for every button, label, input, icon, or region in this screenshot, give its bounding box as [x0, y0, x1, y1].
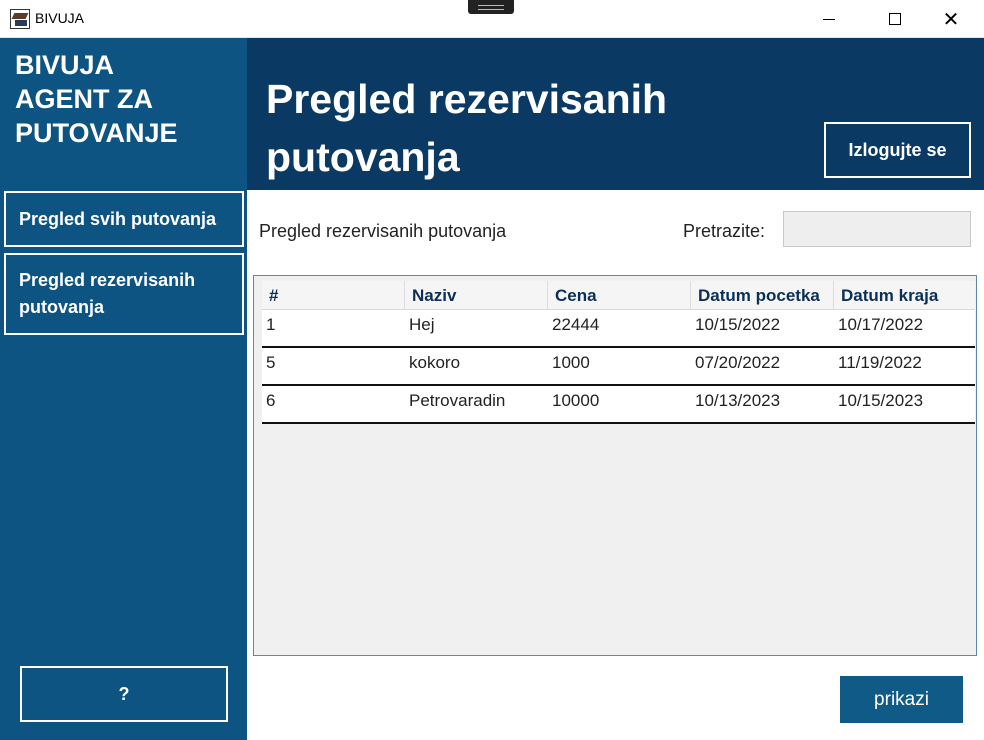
window-title: BIVUJA: [35, 10, 85, 26]
logout-button[interactable]: Izlogujte se: [824, 122, 971, 178]
cell-end-date: 10/17/2022: [838, 315, 924, 334]
close-button[interactable]: ✕: [928, 0, 974, 38]
page-title: Pregled rezervisanih putovanja: [266, 76, 668, 180]
column-header-price[interactable]: Cena: [547, 281, 690, 310]
cell-end-date: 11/19/2022: [838, 353, 922, 372]
show-label: prikazi: [874, 688, 929, 710]
column-header-number[interactable]: #: [262, 281, 404, 310]
minimize-button[interactable]: [806, 0, 852, 38]
cell-start-date: 10/13/2023: [695, 391, 781, 410]
snap-grip-handle[interactable]: [468, 0, 514, 14]
reservations-table: # Naziv Cena Datum pocetka Datum kraja 1…: [253, 275, 977, 656]
maximize-icon: [889, 13, 901, 25]
table-row[interactable]: 1 Hej 22444 10/15/2022 10/17/2022: [262, 310, 975, 348]
search-label: Pretrazite:: [683, 221, 766, 241]
cell-name: Hej: [409, 315, 435, 334]
cell-start-date: 10/15/2022: [695, 315, 781, 334]
window-titlebar: BIVUJA ✕: [0, 0, 984, 38]
show-button[interactable]: prikazi: [840, 676, 963, 723]
cell-price: 1000: [552, 353, 590, 372]
cell-number: 5: [266, 353, 276, 372]
sidebar-item-label: Pregled rezervisanih putovanja: [19, 270, 196, 317]
help-label: ?: [118, 683, 130, 704]
sidebar: BIVUJA AGENT ZA PUTOVANJE Pregled svih p…: [0, 38, 247, 740]
search-input[interactable]: [783, 211, 971, 247]
help-button[interactable]: ?: [20, 666, 228, 722]
logout-label: Izlogujte se: [848, 139, 947, 160]
cell-name: kokoro: [409, 353, 461, 372]
column-header-start-date[interactable]: Datum pocetka: [690, 281, 833, 310]
table-header: # Naziv Cena Datum pocetka Datum kraja: [262, 281, 975, 310]
column-header-end-date[interactable]: Datum kraja: [833, 281, 975, 310]
cell-number: 6: [266, 391, 276, 410]
table-row[interactable]: 5 kokoro 1000 07/20/2022 11/19/2022: [262, 348, 975, 386]
cell-start-date: 07/20/2022: [695, 353, 781, 372]
cell-number: 1: [266, 315, 276, 334]
page-header: Pregled rezervisanih putovanja Izlogujte…: [247, 38, 984, 190]
cell-name: Petrovaradin: [409, 391, 506, 410]
app-logo-icon: [10, 9, 30, 29]
maximize-button[interactable]: [872, 0, 918, 38]
cell-price: 10000: [552, 391, 600, 410]
cell-price: 22444: [552, 315, 600, 334]
sidebar-item-all-trips[interactable]: Pregled svih putovanja: [4, 191, 244, 247]
table-row[interactable]: 6 Petrovaradin 10000 10/13/2023 10/15/20…: [262, 386, 975, 424]
column-header-name[interactable]: Naziv: [404, 281, 547, 310]
close-icon: ✕: [942, 7, 960, 31]
minimize-icon: [823, 18, 835, 20]
section-label: Pregled rezervisanih putovanja: [259, 221, 507, 241]
sidebar-item-label: Pregled svih putovanja: [19, 208, 217, 229]
cell-end-date: 10/15/2023: [838, 391, 924, 410]
sidebar-item-reserved-trips[interactable]: Pregled rezervisanih putovanja: [4, 253, 244, 335]
brand-title: BIVUJA AGENT ZA PUTOVANJE: [15, 50, 178, 148]
